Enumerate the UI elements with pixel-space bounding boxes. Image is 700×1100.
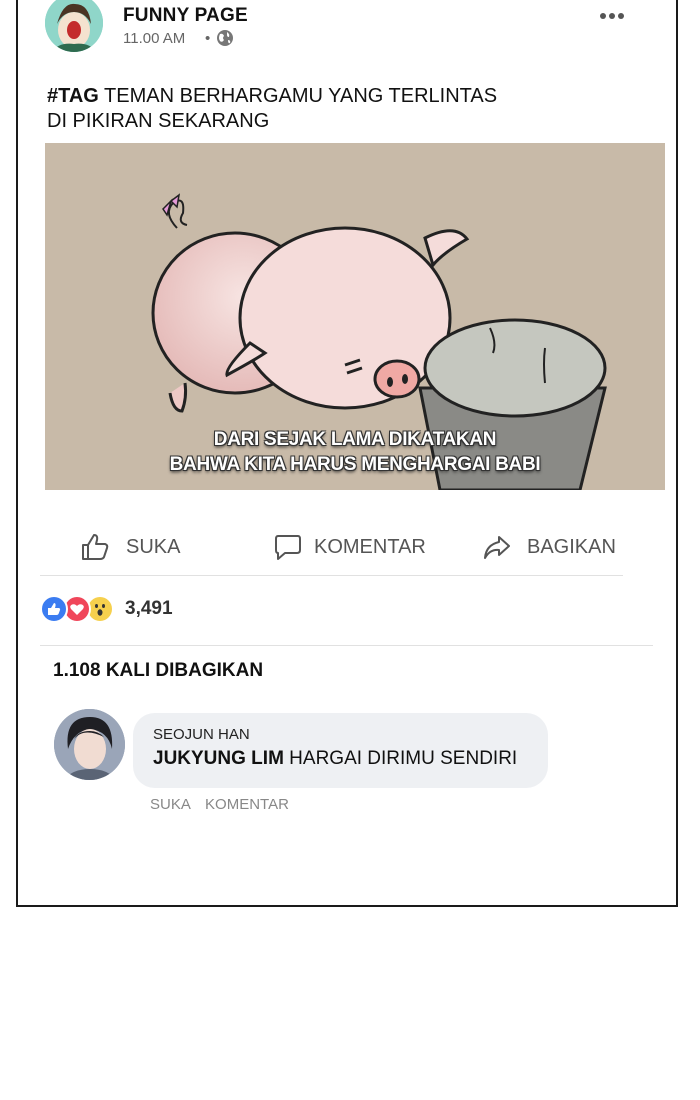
comment-like-link[interactable]: SUKA xyxy=(150,796,191,813)
commenter-avatar[interactable] xyxy=(54,709,125,780)
page-name[interactable]: FUNNY PAGE xyxy=(123,5,248,27)
post-image[interactable]: DARI SEJAK LAMA DIKATAKAN BAHWA KITA HAR… xyxy=(45,143,665,490)
caption-line2: DI PIKIRAN SEKARANG xyxy=(47,110,270,132)
like-label: SUKA xyxy=(126,535,181,558)
comment-author[interactable]: SEOJUN HAN xyxy=(153,726,250,743)
share-count[interactable]: 1.108 KALI DIBAGIKAN xyxy=(53,660,263,682)
image-subtitle-line1: DARI SEJAK LAMA DIKATAKAN xyxy=(213,429,497,450)
share-icon xyxy=(484,536,510,559)
more-options-icon[interactable] xyxy=(600,6,630,22)
reaction-count[interactable]: 3,491 xyxy=(125,598,173,620)
comment-text: JUKYUNG LIM HARGAI DIRIMU SENDIRI xyxy=(153,748,517,770)
comment-mention[interactable]: JUKYUNG LIM xyxy=(153,748,284,769)
post-timestamp[interactable]: 11.00 AM xyxy=(123,30,185,47)
divider xyxy=(40,645,653,646)
comment-body: HARGAI DIRIMU SENDIRI xyxy=(283,748,518,769)
comment-label: KOMENTAR xyxy=(314,535,426,558)
comment-icon xyxy=(275,535,301,560)
comment-reply-link[interactable]: KOMENTAR xyxy=(205,796,289,813)
like-reaction-icon xyxy=(40,595,68,623)
share-button[interactable]: BAGIKAN xyxy=(483,522,616,572)
comment-bubble: SEOJUN HAN JUKYUNG LIM HARGAI DIRIMU SEN… xyxy=(133,713,548,788)
share-label: BAGIKAN xyxy=(527,535,616,558)
image-subtitle-line2: BAHWA KITA HARUS MENGHARGAI BABI xyxy=(169,454,541,475)
thumbs-up-icon xyxy=(82,534,109,560)
caption-line1: TEMAN BERHARGAMU YANG TERLINTAS xyxy=(98,85,498,107)
divider xyxy=(40,575,623,576)
comment-button[interactable]: KOMENTAR xyxy=(274,522,426,572)
reactions-summary[interactable]: 3,491 xyxy=(40,595,173,623)
comment-actions: SUKA KOMENTAR xyxy=(150,796,299,813)
post-caption: #TAG TEMAN BERHARGAMU YANG TERLINTAS DI … xyxy=(47,84,497,134)
caption-tag: #TAG xyxy=(47,85,99,107)
separator-dot: • xyxy=(205,30,211,47)
like-button[interactable]: SUKA xyxy=(80,522,180,572)
globe-icon xyxy=(217,30,233,46)
